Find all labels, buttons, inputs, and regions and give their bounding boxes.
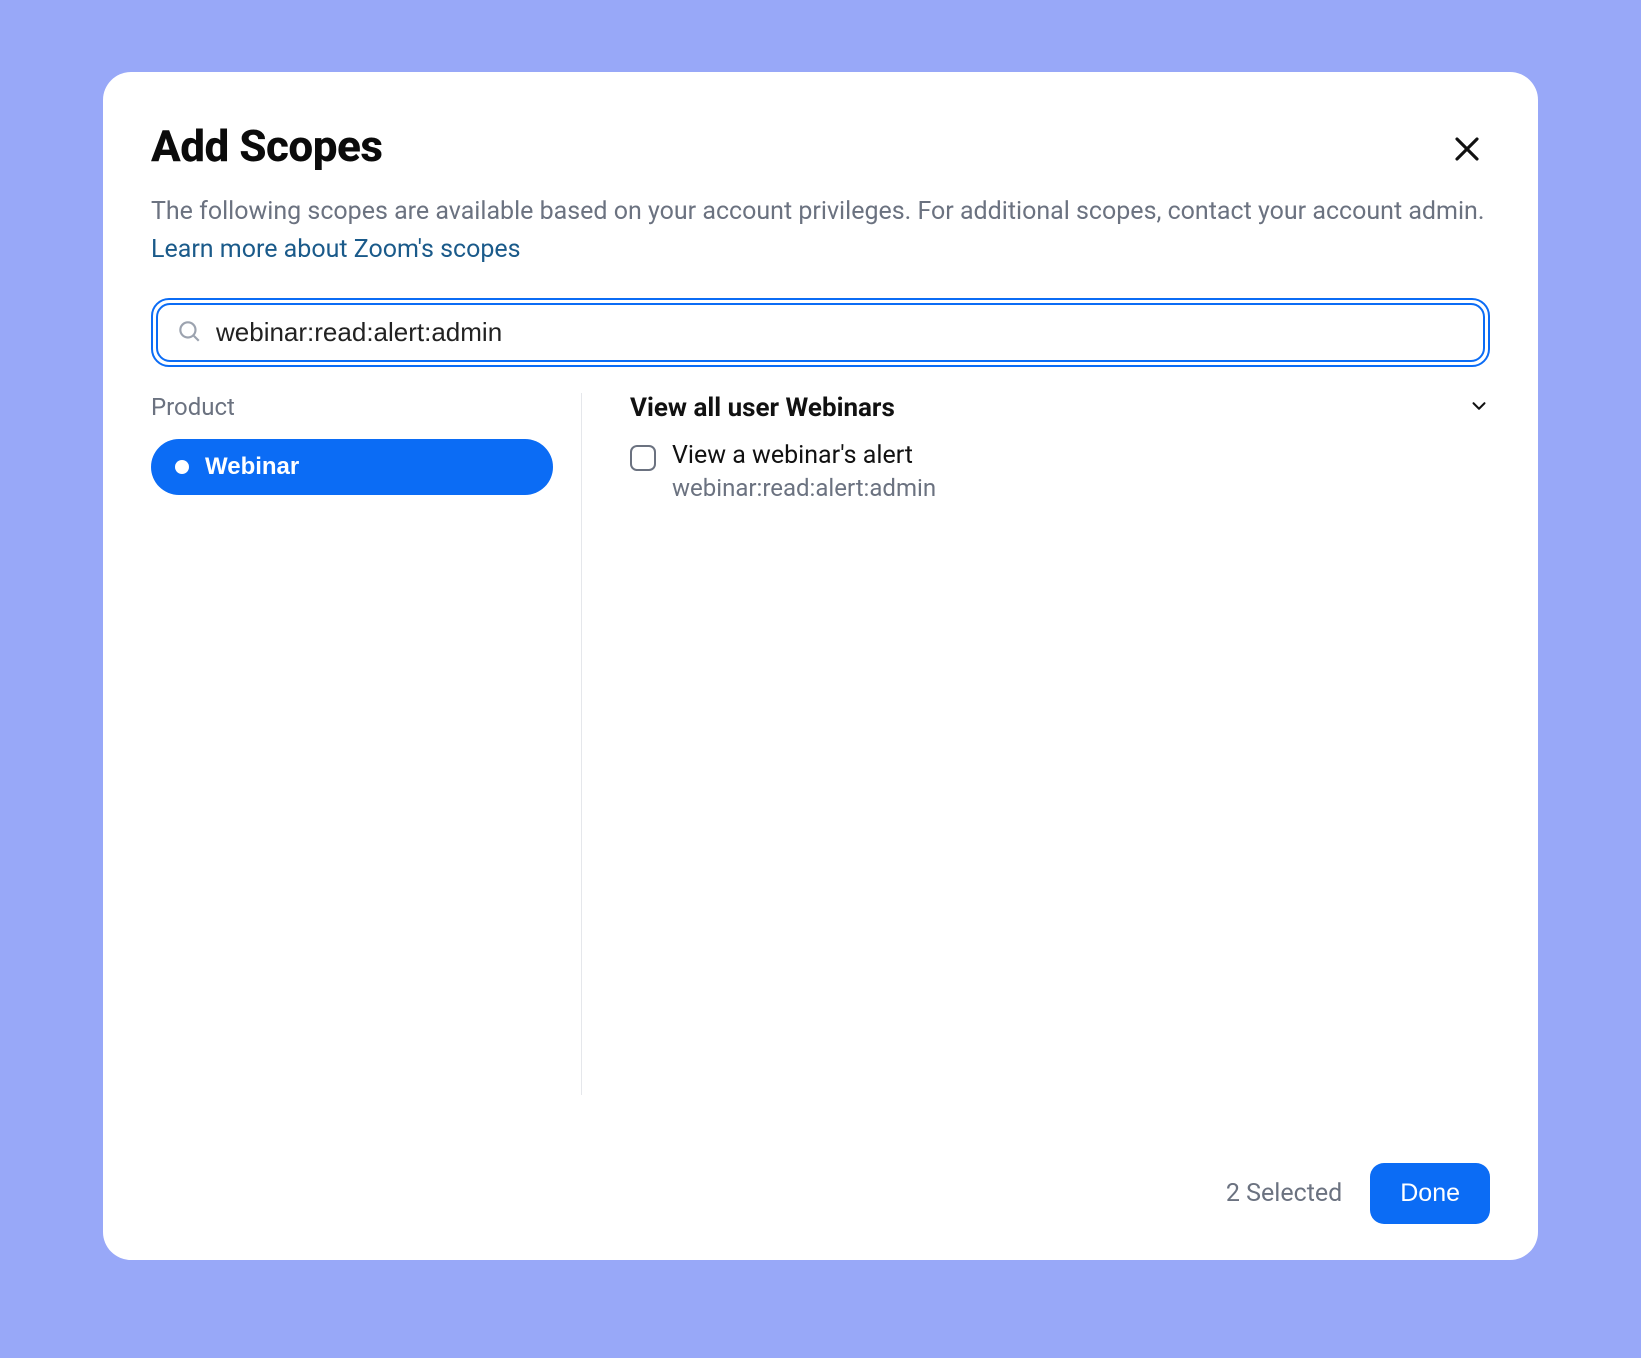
modal-title: Add Scopes (151, 120, 382, 172)
chevron-down-icon (1468, 395, 1490, 421)
scope-group-header[interactable]: View all user Webinars (630, 393, 1490, 423)
close-icon (1452, 152, 1482, 167)
search-input[interactable] (216, 317, 1465, 348)
modal-footer: 2 Selected Done (151, 1163, 1490, 1224)
scope-checkbox[interactable] (630, 445, 656, 471)
scope-text: View a webinar's alert webinar:read:aler… (672, 441, 936, 502)
sidebar-item-webinar[interactable]: Webinar (151, 439, 553, 495)
add-scopes-modal: Add Scopes The following scopes are avai… (103, 72, 1538, 1260)
done-button[interactable]: Done (1370, 1163, 1490, 1224)
close-button[interactable] (1444, 126, 1490, 175)
modal-body: Product Webinar View all user Webinars V… (151, 393, 1490, 1135)
learn-more-link[interactable]: Learn more about Zoom's scopes (151, 235, 521, 264)
search-icon (176, 318, 202, 348)
search-field-outer (151, 298, 1490, 367)
product-sidebar: Product Webinar (151, 393, 581, 1135)
scope-item-title: View a webinar's alert (672, 441, 936, 470)
scope-item: View a webinar's alert webinar:read:aler… (630, 441, 1490, 502)
modal-header: Add Scopes (151, 120, 1490, 175)
scope-list: View all user Webinars View a webinar's … (582, 393, 1490, 1135)
scope-item-id: webinar:read:alert:admin (672, 474, 936, 502)
active-dot-icon (175, 460, 189, 474)
product-label: Product (151, 393, 553, 421)
description-text: The following scopes are available based… (151, 197, 1484, 226)
sidebar-item-label: Webinar (205, 453, 299, 481)
search-field[interactable] (156, 303, 1485, 362)
modal-description: The following scopes are available based… (151, 193, 1490, 268)
scope-group-title: View all user Webinars (630, 393, 895, 423)
selected-count: 2 Selected (1226, 1179, 1342, 1208)
